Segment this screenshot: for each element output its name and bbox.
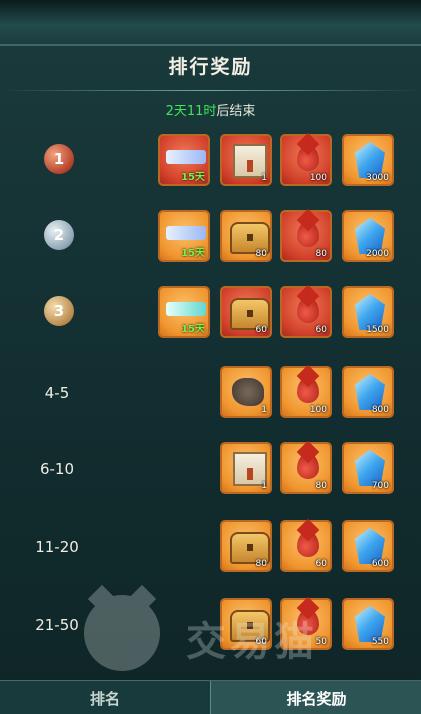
- header-decoration: [0, 0, 421, 46]
- countdown-suffix: 后结束: [216, 104, 256, 119]
- reward-row: 11-20 80 60 600: [0, 510, 421, 586]
- reward-item[interactable]: 60: [280, 520, 332, 572]
- banner-icon: [166, 302, 206, 316]
- rank-range-label: 11-20: [35, 538, 79, 556]
- item-count: 80: [315, 481, 327, 491]
- reward-item[interactable]: 80: [280, 442, 332, 494]
- reward-row: 2 15天 80 80 2000: [0, 200, 421, 276]
- reward-item[interactable]: 15天: [158, 134, 210, 186]
- item-count: 1: [261, 173, 267, 183]
- item-duration: 15天: [181, 324, 205, 335]
- reward-item[interactable]: 1: [220, 134, 272, 186]
- item-count: 80: [255, 559, 267, 569]
- item-count: 80: [255, 249, 267, 259]
- banner-icon: [166, 226, 206, 240]
- reward-item[interactable]: 15天: [158, 286, 210, 338]
- item-count: 60: [255, 325, 267, 335]
- page-title: 排行奖励: [168, 56, 253, 78]
- reward-row: 6-10 1 80 700: [0, 432, 421, 508]
- drop-icon: [297, 221, 319, 247]
- reward-row: 1 15天 1 100 3000: [0, 124, 421, 200]
- reward-item[interactable]: 600: [342, 520, 394, 572]
- reward-item[interactable]: 60: [280, 286, 332, 338]
- title-divider: [0, 90, 421, 91]
- reward-item[interactable]: 700: [342, 442, 394, 494]
- reward-item[interactable]: 60: [220, 286, 272, 338]
- reward-item[interactable]: 1: [220, 442, 272, 494]
- reward-item[interactable]: 80: [280, 210, 332, 262]
- rank-medal-icon: 3: [44, 296, 74, 326]
- reward-panel: 排行奖励 2天11时后结束 1 15天 1 100 3000 2 15天 80 80 2000 3 1…: [0, 0, 421, 714]
- item-count: 2000: [366, 249, 389, 259]
- item-count: 60: [315, 559, 327, 569]
- item-count: 60: [315, 325, 327, 335]
- cat-logo-icon: [84, 595, 160, 671]
- watermark: 交易猫: [84, 595, 404, 675]
- item-count: 600: [371, 559, 389, 569]
- countdown-value: 2天11时: [165, 104, 217, 119]
- item-count: 700: [371, 481, 389, 491]
- reward-item[interactable]: 800: [342, 366, 394, 418]
- reward-item[interactable]: 3000: [342, 134, 394, 186]
- drop-icon: [297, 531, 319, 557]
- item-count: 100: [309, 173, 327, 183]
- tab-ranking[interactable]: 排名: [0, 681, 210, 714]
- rank-medal-icon: 2: [44, 220, 74, 250]
- reward-item[interactable]: 1500: [342, 286, 394, 338]
- countdown: 2天11时后结束: [0, 100, 421, 119]
- reward-row: 3 15天 60 60 1500: [0, 276, 421, 352]
- stone-icon: [232, 378, 264, 406]
- item-count: 3000: [366, 173, 389, 183]
- item-count: 100: [309, 405, 327, 415]
- banner-icon: [166, 150, 206, 164]
- drop-icon: [297, 453, 319, 479]
- tab-bar: 排名 排名奖励: [0, 680, 421, 714]
- item-duration: 15天: [181, 248, 205, 259]
- rank-medal-icon: 1: [44, 144, 74, 174]
- reward-item[interactable]: 80: [220, 210, 272, 262]
- drop-icon: [297, 377, 319, 403]
- rank-range-label: 4-5: [44, 384, 70, 402]
- tab-ranking-rewards[interactable]: 排名奖励: [210, 681, 421, 714]
- reward-item[interactable]: 15天: [158, 210, 210, 262]
- reward-item[interactable]: 80: [220, 520, 272, 572]
- item-count: 800: [371, 405, 389, 415]
- reward-item[interactable]: 2000: [342, 210, 394, 262]
- item-count: 1: [261, 405, 267, 415]
- item-count: 1500: [366, 325, 389, 335]
- watermark-text: 交易猫: [186, 619, 318, 665]
- rank-range-label: 21-50: [35, 616, 79, 634]
- drop-icon: [297, 145, 319, 171]
- item-duration: 15天: [181, 172, 205, 183]
- drop-icon: [297, 297, 319, 323]
- rank-range-label: 6-10: [39, 460, 75, 478]
- reward-item[interactable]: 100: [280, 366, 332, 418]
- item-count: 80: [315, 249, 327, 259]
- reward-row: 4-5 1 100 800: [0, 356, 421, 432]
- reward-item[interactable]: 100: [280, 134, 332, 186]
- reward-item[interactable]: 1: [220, 366, 272, 418]
- item-count: 1: [261, 481, 267, 491]
